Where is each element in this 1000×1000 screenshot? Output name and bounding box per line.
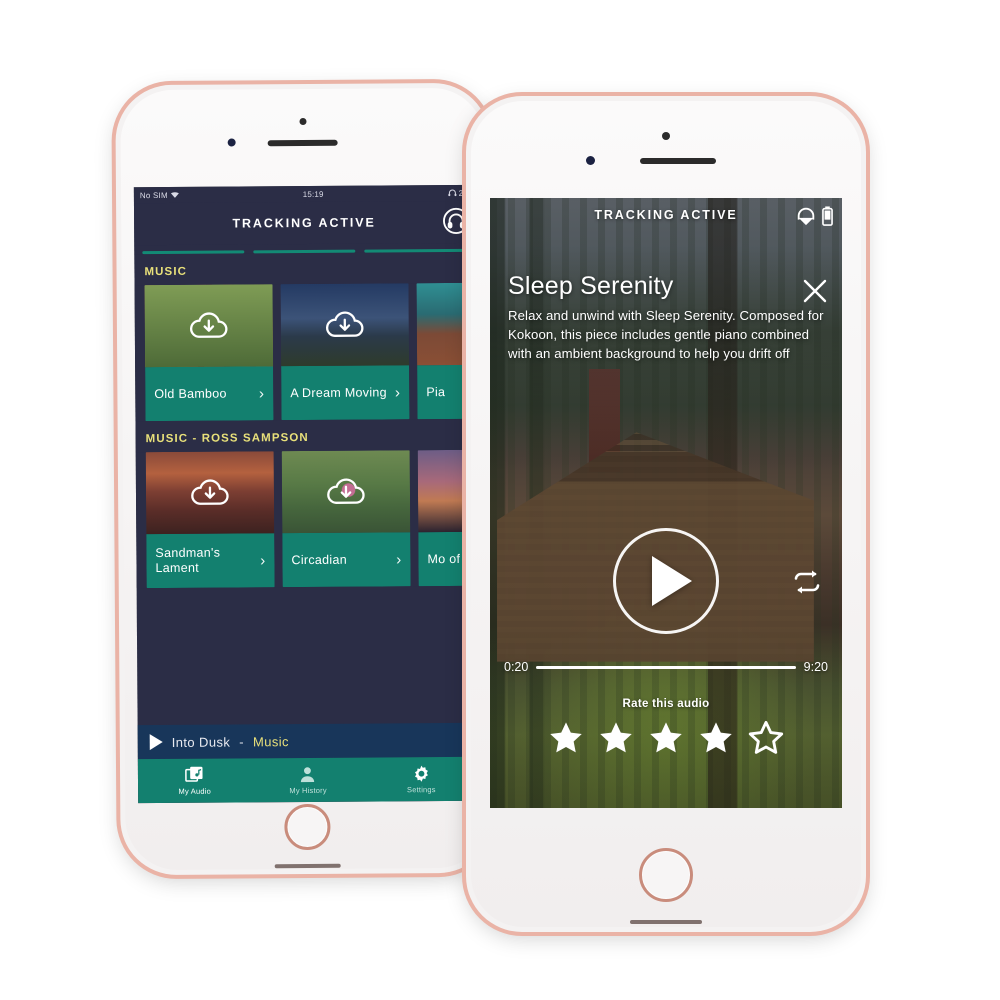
elapsed-time: 0:20	[504, 660, 529, 674]
tab-label: My History	[289, 785, 327, 796]
front-camera-icon	[586, 156, 595, 165]
status-bar-right-group: 27	[448, 188, 468, 197]
carrier-label: No SIM	[139, 190, 168, 200]
earpiece-speaker-icon	[640, 158, 716, 164]
now-playing-bar[interactable]: Into Dusk - Music	[137, 722, 478, 760]
audio-card-label: A Dream Moving ›	[281, 365, 410, 421]
play-icon	[652, 556, 692, 606]
wifi-icon	[170, 192, 179, 198]
audio-card-label: Circadian ›	[282, 532, 411, 588]
audio-title: Sleep Serenity	[508, 272, 674, 300]
cloud-download-icon[interactable]	[187, 311, 231, 341]
section-title-music: MUSIC	[134, 251, 475, 286]
tab-my-history[interactable]: My History	[251, 765, 365, 796]
status-bar-left-group: No SIM	[139, 190, 179, 200]
audio-card[interactable]: Sandman's Lament ›	[145, 451, 275, 589]
audio-card-title: Circadian	[291, 552, 348, 567]
repeat-icon[interactable]	[790, 568, 824, 596]
progress-slider[interactable]	[536, 665, 796, 669]
proximity-sensor-icon	[299, 117, 307, 126]
tab-label: My Audio	[178, 786, 211, 796]
earpiece-speaker-icon	[267, 139, 338, 147]
tab-my-audio[interactable]: My Audio	[138, 765, 252, 796]
gear-icon	[414, 765, 428, 782]
audio-card[interactable]: Old Bamboo ›	[144, 284, 274, 422]
chevron-right-icon[interactable]: ›	[259, 385, 264, 402]
play-button-circle[interactable]	[613, 528, 719, 634]
audio-card-thumbnail	[144, 284, 274, 368]
star-icon-filled[interactable]	[648, 720, 684, 756]
card-row-ross-sampson: Sandman's Lament › Circadian › Mo of	[135, 449, 479, 589]
header-left: TRACKING ACTIVE	[133, 200, 475, 246]
audio-card[interactable]: A Dream Moving ›	[280, 283, 410, 421]
card-row-music: Old Bamboo › A Dream Moving › Pia	[134, 282, 479, 422]
chevron-right-icon[interactable]: ›	[396, 551, 401, 568]
rate-this-audio-label: Rate this audio	[622, 698, 710, 710]
audio-card-thumbnail	[281, 450, 411, 534]
front-camera-icon	[227, 138, 236, 147]
headphone-small-icon	[448, 189, 457, 197]
star-icon-filled[interactable]	[598, 720, 634, 756]
home-button-right[interactable]	[639, 848, 693, 902]
rating-stars[interactable]	[490, 720, 842, 756]
star-icon-outline[interactable]	[748, 720, 784, 756]
tab-label: Settings	[407, 785, 436, 795]
tracking-active-label: TRACKING ACTIVE	[594, 208, 738, 222]
bottom-speaker-icon	[274, 863, 341, 869]
now-playing-category: Music	[252, 733, 289, 749]
chevron-right-icon[interactable]: ›	[395, 384, 400, 401]
audio-info-block: Sleep Serenity Relax and unwind with Sle…	[508, 272, 826, 363]
playback-progress[interactable]: 0:20 9:20	[504, 660, 828, 674]
headphone-status-icon[interactable]	[795, 205, 817, 227]
now-playing-track: Into Dusk	[171, 734, 231, 750]
now-playing-separator: -	[239, 733, 245, 749]
audio-card-label: Old Bamboo ›	[145, 366, 274, 422]
audio-card-label: Sandman's Lament ›	[146, 533, 275, 589]
proximity-sensor-icon	[662, 132, 670, 140]
tracking-active-label: TRACKING ACTIVE	[232, 215, 376, 231]
screen-my-audio: No SIM 15:19 27 TRACKING ACTIVE MUSIC Ol…	[133, 184, 479, 804]
my-audio-icon	[185, 766, 203, 782]
battery-icon	[822, 206, 833, 226]
bottom-speaker-icon	[630, 920, 702, 924]
cloud-download-icon[interactable]	[323, 310, 367, 340]
star-icon-filled[interactable]	[548, 720, 584, 756]
home-button-left[interactable]	[284, 803, 331, 851]
star-icon-filled[interactable]	[698, 720, 734, 756]
header-right: TRACKING ACTIVE	[490, 198, 842, 232]
audio-card-title: Mo of	[427, 551, 461, 566]
status-bar-clock: 15:19	[302, 189, 324, 199]
total-time: 9:20	[803, 660, 828, 674]
bottom-tab-bar: My Audio My History Settings	[137, 756, 479, 804]
close-icon[interactable]	[802, 278, 828, 304]
chevron-right-icon[interactable]: ›	[260, 552, 265, 569]
audio-card-title: A Dream Moving	[290, 384, 387, 400]
person-icon	[301, 767, 315, 783]
product-shot-stage: No SIM 15:19 27 TRACKING ACTIVE MUSIC Ol…	[0, 0, 1000, 1000]
audio-description: Relax and unwind with Sleep Serenity. Co…	[508, 308, 824, 361]
audio-card-title: Old Bamboo	[154, 386, 227, 401]
play-button[interactable]	[613, 528, 719, 634]
cloud-download-icon[interactable]	[324, 477, 368, 507]
cloud-download-icon[interactable]	[188, 478, 232, 508]
audio-card-thumbnail	[145, 451, 275, 535]
section-title-ross-sampson: MUSIC - ROSS SAMPSON	[135, 418, 476, 453]
audio-card-title: Sandman's Lament	[155, 545, 221, 576]
screen-audio-player: TRACKING ACTIVE Sleep Serenity Relax and…	[490, 198, 842, 808]
audio-card[interactable]: Circadian ›	[281, 450, 411, 588]
audio-card-title: Pia	[426, 384, 446, 399]
tab-settings[interactable]: Settings	[365, 764, 479, 795]
audio-card-thumbnail	[280, 283, 410, 367]
header-status-icons	[795, 205, 833, 227]
play-icon[interactable]	[149, 734, 163, 751]
